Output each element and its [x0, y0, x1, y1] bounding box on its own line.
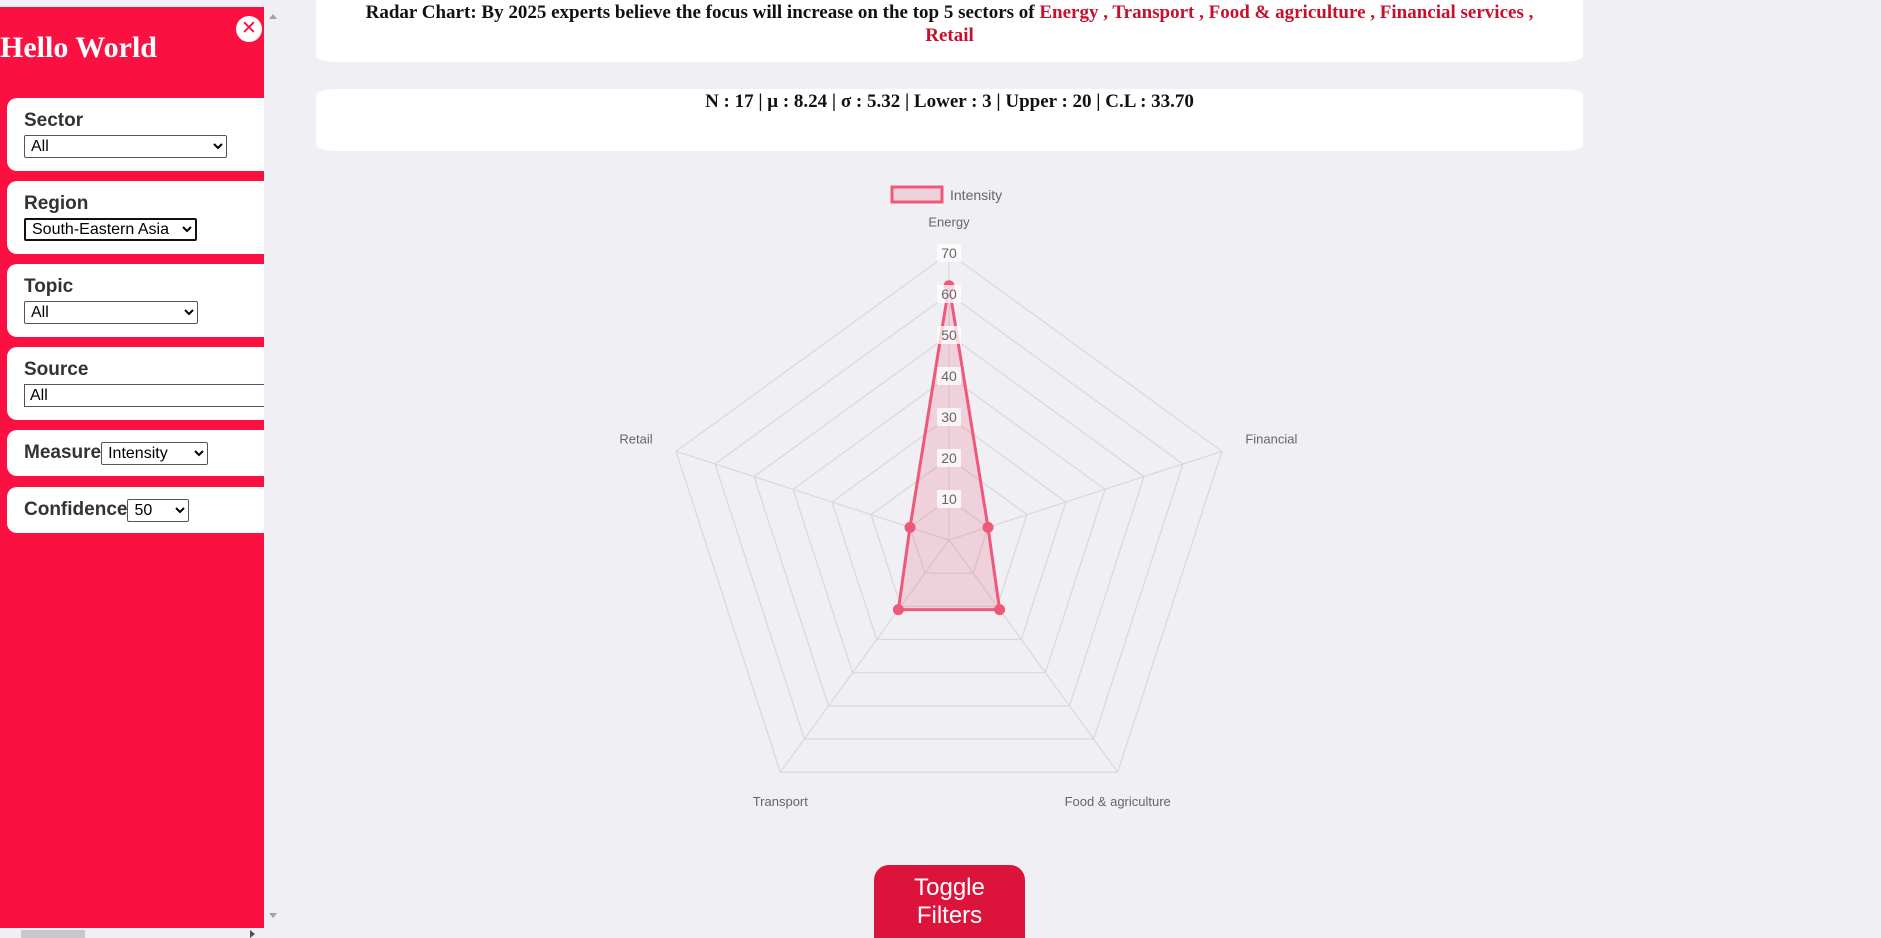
- scroll-up-arrow-icon[interactable]: [269, 14, 277, 19]
- legend-swatch[interactable]: [890, 185, 944, 204]
- title-separator: ,: [1523, 2, 1534, 23]
- tick-label: 70: [941, 245, 957, 261]
- title-sector: Food & agriculture: [1208, 2, 1366, 23]
- title-separator: ,: [1098, 2, 1113, 23]
- title-sector: Retail: [925, 25, 974, 46]
- data-point[interactable]: [892, 604, 904, 616]
- stats-summary: N : 17 | μ : 8.24 | σ : 5.32 | Lower : 3…: [705, 91, 1194, 112]
- source-filter: Source: [7, 347, 264, 420]
- region-label: Region: [24, 193, 89, 214]
- measure-label: Measure: [24, 442, 102, 463]
- legend-label[interactable]: Intensity: [950, 187, 1002, 203]
- title-separator: ,: [1365, 2, 1380, 23]
- title-sector: Financial services: [1379, 2, 1524, 23]
- confidence-select[interactable]: 50: [127, 498, 190, 522]
- chart-title: Radar Chart: By 2025 experts believe the…: [316, 1, 1583, 47]
- chart-title-panel: Radar Chart: By 2025 experts believe the…: [316, 0, 1583, 62]
- close-sidebar-button[interactable]: ✕: [236, 16, 262, 42]
- source-input[interactable]: [24, 384, 264, 407]
- confidence-label: Confidence: [24, 499, 128, 520]
- data-point[interactable]: [982, 521, 994, 533]
- scroll-right-arrow-icon[interactable]: [250, 930, 255, 938]
- scroll-down-arrow-icon[interactable]: [269, 913, 277, 918]
- data-point[interactable]: [904, 521, 916, 533]
- radar-chart: 10 20 30 40 50 60 70 Energy Financial services Fo…: [619, 185, 1300, 809]
- filter-sidebar: ✕ Hello World Sector All Region South-Ea…: [0, 7, 264, 938]
- confidence-filter: Confidence 50: [7, 487, 264, 533]
- measure-filter: Measure Intensity: [7, 430, 264, 476]
- title-prefix: Radar Chart: By 2025 experts believe the…: [365, 2, 1035, 23]
- title-separator: ,: [1194, 2, 1209, 23]
- tick-label: 20: [941, 450, 957, 466]
- sector-filter: Sector All: [7, 98, 264, 171]
- region-select[interactable]: South-Eastern Asia: [24, 218, 197, 241]
- category-label: Energy: [928, 214, 970, 229]
- sidebar-vertical-scrollbar[interactable]: [264, 0, 282, 938]
- tick-label: 40: [941, 368, 957, 384]
- category-label: Retail: [619, 432, 652, 447]
- title-sector: Energy: [1039, 2, 1099, 23]
- close-icon: ✕: [241, 17, 257, 39]
- app-title: Hello World: [0, 31, 157, 64]
- tick-label: 10: [941, 491, 957, 507]
- data-point[interactable]: [994, 604, 1006, 616]
- topic-select[interactable]: All: [24, 301, 198, 324]
- stats-panel: N : 17 | μ : 8.24 | σ : 5.32 | Lower : 3…: [316, 89, 1583, 151]
- topic-label: Topic: [24, 276, 74, 297]
- title-sector: Transport: [1112, 2, 1195, 23]
- category-label: Financial services: [1245, 432, 1300, 447]
- topic-filter: Topic All: [7, 264, 264, 337]
- tick-label: 60: [941, 286, 957, 302]
- tick-label: 50: [941, 327, 957, 343]
- sector-label: Sector: [24, 110, 84, 131]
- tick-label: 30: [941, 409, 957, 425]
- sidebar-horizontal-scrollbar[interactable]: [0, 928, 264, 938]
- region-filter: Region South-Eastern Asia: [7, 181, 264, 254]
- measure-select[interactable]: Intensity: [101, 441, 209, 465]
- source-label: Source: [24, 359, 89, 380]
- horizontal-scroll-thumb[interactable]: [21, 930, 85, 938]
- toggle-filters-button[interactable]: Toggle Filters: [874, 865, 1025, 938]
- sector-select[interactable]: All: [24, 135, 227, 158]
- category-label: Transport: [753, 794, 809, 809]
- category-label: Food & agriculture: [1065, 794, 1171, 809]
